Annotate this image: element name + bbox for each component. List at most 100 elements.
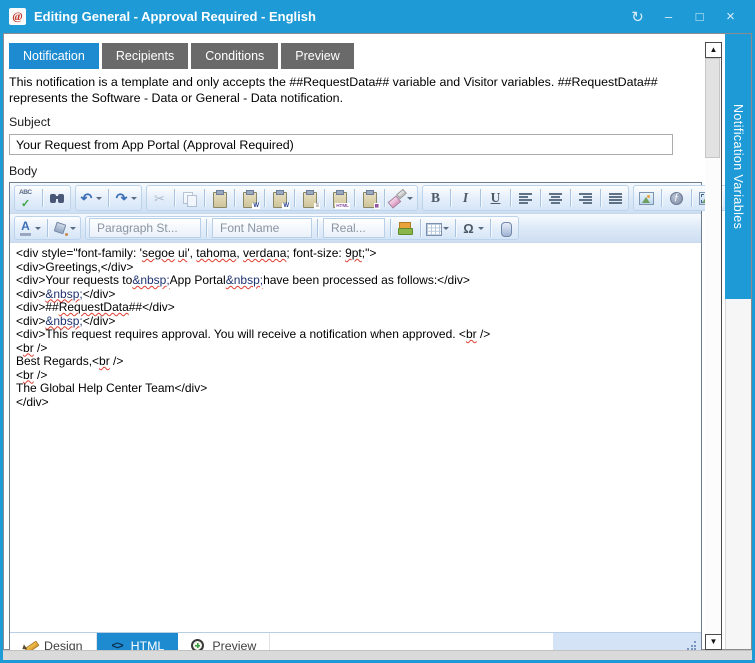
toolbar-group: Paragraph St... Font Name Real... Ω: [85, 216, 519, 240]
undo-button[interactable]: ↶: [77, 187, 105, 209]
insert-symbol-icon: Ω: [460, 220, 477, 237]
cut-icon: ✂: [151, 190, 168, 207]
scroll-down-icon[interactable]: ▼: [705, 634, 722, 650]
code-line: <div>&nbsp;</div>: [16, 315, 695, 329]
align-right-button[interactable]: [574, 187, 597, 209]
toolbar-group: A: [14, 216, 81, 240]
underline-button[interactable]: U: [484, 187, 507, 209]
dialog-footer: [3, 650, 752, 660]
align-justify-icon: [607, 190, 624, 207]
insert-snippet-button[interactable]: [394, 217, 417, 239]
align-left-icon: [517, 190, 534, 207]
paste-from-word-icon: W: [241, 190, 258, 207]
align-left-button[interactable]: [514, 187, 537, 209]
font-name-select[interactable]: Font Name: [212, 218, 312, 238]
scrollbar-track[interactable]: [705, 58, 722, 634]
paste-from-word-nostyles-button[interactable]: W: [268, 187, 291, 209]
underline-icon: U: [487, 190, 504, 207]
window-title: Editing General - Approval Required - En…: [34, 9, 622, 24]
insert-image-icon: [639, 192, 654, 205]
maximize-icon[interactable]: □: [684, 9, 715, 24]
code-line: The Global Help Center Team</div>: [16, 382, 695, 396]
redo-button[interactable]: ↷: [112, 187, 140, 209]
paste-as-html-icon: HTML: [331, 190, 348, 207]
editor-toolbar: ↶↷✂WW≡HTML▦BIUƒAParagraph St...Font Name…: [10, 183, 701, 243]
tab-preview[interactable]: Preview: [281, 43, 353, 69]
insert-media-button[interactable]: ƒ: [665, 187, 688, 209]
cut-button: ✂: [148, 187, 171, 209]
dropdown-caret-icon: [478, 227, 484, 230]
dropdown-caret-icon: [70, 227, 76, 230]
undo-icon: ↶: [78, 190, 95, 207]
paste-html-button[interactable]: ▦: [358, 187, 381, 209]
html-editor: ↶↷✂WW≡HTML▦BIUƒAParagraph St...Font Name…: [9, 182, 702, 659]
redo-icon: ↷: [113, 190, 130, 207]
code-line: <div style="font-family: 'segoe ui', tah…: [16, 247, 695, 261]
find-replace-button[interactable]: [46, 187, 69, 209]
dropdown-caret-icon: [443, 227, 449, 230]
main-content: NotificationRecipientsConditionsPreview …: [9, 43, 704, 659]
toolbar-row-1: ↶↷✂WW≡HTML▦BIUƒ: [10, 183, 701, 214]
code-line: <div>Your requests to&nbsp;App Portal&nb…: [16, 274, 695, 288]
minimize-icon[interactable]: –: [653, 9, 684, 24]
close-icon[interactable]: ×: [715, 8, 746, 25]
app-portal-logo-icon: @: [9, 8, 26, 25]
italic-icon: I: [457, 190, 474, 207]
window-controls: ↻–□×: [622, 8, 746, 26]
insert-form-element-icon: [497, 220, 514, 237]
body-label: Body: [9, 164, 704, 178]
tab-conditions[interactable]: Conditions: [191, 43, 278, 69]
dropdown-caret-icon: [131, 197, 137, 200]
font-size-select[interactable]: Real...: [323, 218, 385, 238]
toolbar-group: BIU: [422, 185, 629, 211]
insert-table-button[interactable]: [424, 217, 452, 239]
code-line: <br />: [16, 369, 695, 383]
format-stripper-button[interactable]: [388, 187, 416, 209]
scroll-up-icon[interactable]: ▲: [705, 42, 722, 58]
align-center-icon: [547, 190, 564, 207]
tab-recipients[interactable]: Recipients: [102, 43, 188, 69]
background-color-button[interactable]: [51, 217, 79, 239]
code-line: Best Regards,<br />: [16, 355, 695, 369]
insert-image-button[interactable]: [635, 187, 658, 209]
toolbar-group: [14, 185, 71, 211]
tab-notification[interactable]: Notification: [9, 43, 99, 69]
refresh-icon[interactable]: ↻: [622, 8, 653, 26]
paste-plain-text-icon: ≡: [301, 190, 318, 207]
subject-input[interactable]: [9, 134, 673, 155]
paste-plain-text-button[interactable]: ≡: [298, 187, 321, 209]
paste-button[interactable]: [208, 187, 231, 209]
dialog-scrollbar[interactable]: ▲ ▼: [705, 42, 722, 650]
paste-from-word-button[interactable]: W: [238, 187, 261, 209]
paste-as-html-button[interactable]: HTML: [328, 187, 351, 209]
find-replace-icon: [49, 190, 66, 207]
spellcheck-icon: [19, 190, 36, 207]
dropdown-caret-icon: [96, 197, 102, 200]
titlebar: @ Editing General - Approval Required - …: [0, 0, 755, 33]
code-line: <div>##RequestData##</div>: [16, 301, 695, 315]
code-line: <br />: [16, 342, 695, 356]
format-stripper-icon: [389, 190, 406, 207]
copy-button: [178, 187, 201, 209]
spellcheck-button[interactable]: [16, 187, 39, 209]
bold-icon: B: [427, 190, 444, 207]
resize-grip-icon[interactable]: [687, 641, 696, 650]
align-center-button[interactable]: [544, 187, 567, 209]
align-justify-button[interactable]: [604, 187, 627, 209]
font-color-button[interactable]: A: [16, 217, 44, 239]
paste-icon: [211, 190, 228, 207]
italic-button[interactable]: I: [454, 187, 477, 209]
notification-variables-tab[interactable]: Notification Variables: [725, 34, 751, 299]
toolbar-group: ✂ WW ≡ HTML ▦: [146, 185, 418, 211]
scrollbar-thumb[interactable]: [705, 58, 720, 158]
paragraph-style-select[interactable]: Paragraph St...: [89, 218, 201, 238]
toolbar-row-2: A Paragraph St... Font Name Real... Ω: [10, 214, 701, 243]
template-description: This notification is a template and only…: [9, 74, 703, 106]
bold-button[interactable]: B: [424, 187, 447, 209]
insert-form-element-button[interactable]: [494, 217, 517, 239]
background-color-icon: [52, 220, 69, 237]
html-source-textarea[interactable]: <div style="font-family: 'segoe ui', tah…: [10, 243, 701, 632]
insert-symbol-button[interactable]: Ω: [459, 217, 487, 239]
dropdown-caret-icon: [407, 197, 413, 200]
top-tabs: NotificationRecipientsConditionsPreview: [9, 43, 704, 69]
